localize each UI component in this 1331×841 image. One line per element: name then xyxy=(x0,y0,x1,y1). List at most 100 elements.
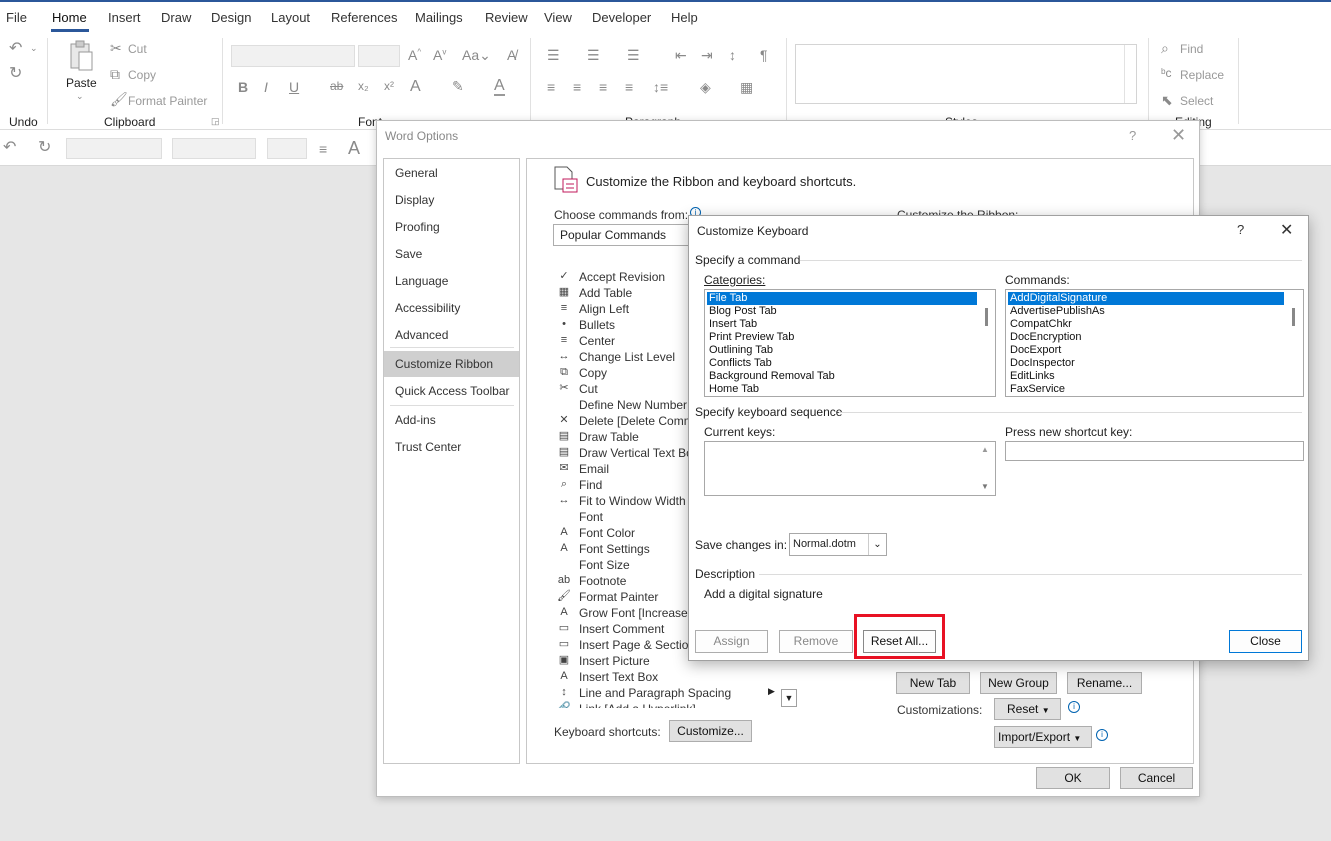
align-left-icon[interactable]: ≡ xyxy=(547,80,555,94)
tab-review[interactable]: Review xyxy=(485,10,528,25)
multilevel-list-icon[interactable]: ☰ xyxy=(627,48,640,62)
undo-icon[interactable]: ↶ xyxy=(9,41,22,57)
tab-view[interactable]: View xyxy=(544,10,572,25)
redo-icon[interactable]: ↻ xyxy=(9,66,22,82)
save-changes-dropdown[interactable]: Normal.dotm ⌄ xyxy=(789,533,887,556)
gallery-scroll[interactable] xyxy=(1124,45,1136,103)
nav-customize-ribbon[interactable]: Customize Ribbon xyxy=(384,351,519,377)
styles-gallery[interactable] xyxy=(795,44,1137,104)
grow-font-icon[interactable]: A^ xyxy=(408,48,421,62)
cut-button[interactable]: Cut xyxy=(128,42,147,56)
font-size-dropdown[interactable] xyxy=(358,45,400,67)
command-item[interactable]: Insert Picture xyxy=(579,653,650,669)
cut-icon[interactable]: ✂ xyxy=(110,41,122,55)
nav-proofing[interactable]: Proofing xyxy=(384,214,519,240)
nav-language[interactable]: Language xyxy=(384,268,519,294)
keyboard-command-item[interactable]: AdvertisePublishAs xyxy=(1008,305,1284,318)
choose-commands-dropdown[interactable]: Popular Commands xyxy=(553,224,693,246)
rename-button[interactable]: Rename... xyxy=(1067,672,1142,694)
current-keys-listbox[interactable]: ▲ ▼ xyxy=(704,441,996,496)
command-item[interactable]: Find xyxy=(579,477,602,493)
select-icon[interactable]: ⬉ xyxy=(1161,93,1173,107)
nav-quick-access-toolbar[interactable]: Quick Access Toolbar xyxy=(384,378,519,404)
scroll-down-icon[interactable]: ▼ xyxy=(981,482,989,491)
keyboard-command-item[interactable]: CompatChkr xyxy=(1008,318,1284,331)
clear-formatting-icon[interactable]: A̸ xyxy=(507,48,516,62)
shading-icon[interactable]: ◈ xyxy=(700,80,711,94)
command-item[interactable]: Insert Page & Section xyxy=(579,637,695,653)
category-item[interactable]: Background Removal Tab xyxy=(707,370,977,383)
superscript-icon[interactable]: x² xyxy=(384,80,394,92)
scrollbar-thumb[interactable] xyxy=(985,308,988,326)
close-button[interactable]: Close xyxy=(1229,630,1302,653)
scroll-down-button[interactable]: ▼ xyxy=(781,689,797,707)
format-painter-icon[interactable]: 🖌 xyxy=(110,92,128,106)
numbering-icon[interactable]: ☰ xyxy=(587,48,600,62)
command-item[interactable]: Insert Text Box xyxy=(579,669,658,685)
nav-general[interactable]: General xyxy=(384,160,519,186)
tab-home[interactable]: Home xyxy=(52,10,87,25)
justify-icon[interactable]: ≡ xyxy=(625,80,633,94)
dialog-launcher-icon[interactable]: ◲ xyxy=(211,117,220,126)
assign-button[interactable]: Assign xyxy=(695,630,768,653)
command-item[interactable]: Center xyxy=(579,333,615,349)
reset-dropdown-button[interactable]: Reset ▼ xyxy=(994,698,1061,720)
command-item[interactable]: Add Table xyxy=(579,285,632,301)
command-item[interactable]: Font xyxy=(579,509,603,525)
command-item[interactable]: Font Color xyxy=(579,525,635,541)
italic-icon[interactable]: I xyxy=(264,80,268,94)
increase-indent-icon[interactable]: ⇥ xyxy=(701,48,713,62)
command-item[interactable]: Cut xyxy=(579,381,598,397)
nav-add-ins[interactable]: Add-ins xyxy=(384,407,519,433)
bullets-icon[interactable]: ☰ xyxy=(547,48,560,62)
nav-trust-center[interactable]: Trust Center xyxy=(384,434,519,460)
style-dropdown[interactable] xyxy=(66,138,162,159)
keyboard-command-item[interactable]: DocInspector xyxy=(1008,357,1284,370)
commands-listbox[interactable]: AddDigitalSignature AdvertisePublishAs Com… xyxy=(1005,289,1304,397)
command-item[interactable]: Align Left xyxy=(579,301,629,317)
scroll-up-icon[interactable]: ▲ xyxy=(981,445,989,454)
command-item[interactable]: Delete [Delete Comm xyxy=(579,413,694,429)
category-item[interactable]: File Tab xyxy=(707,292,977,305)
help-icon[interactable]: ? xyxy=(1237,222,1244,237)
find-icon[interactable]: ⌕ xyxy=(1161,41,1169,55)
align-right-icon[interactable]: ≡ xyxy=(599,80,607,94)
change-case-icon[interactable]: Aa⌄ xyxy=(462,48,491,62)
underline-icon[interactable]: U xyxy=(289,80,299,94)
categories-listbox[interactable]: File Tab Blog Post Tab Insert Tab Print Pre… xyxy=(704,289,996,397)
nav-save[interactable]: Save xyxy=(384,241,519,267)
chevron-down-icon[interactable]: ⌄ xyxy=(76,92,84,101)
scrollbar-thumb[interactable] xyxy=(1292,308,1295,326)
command-item[interactable]: Fit to Window Width xyxy=(579,493,686,509)
category-item[interactable]: Conflicts Tab xyxy=(707,357,977,370)
command-item[interactable]: Change List Level xyxy=(579,349,675,365)
keyboard-command-item[interactable]: DocExport xyxy=(1008,344,1284,357)
command-item[interactable]: Draw Table xyxy=(579,429,639,445)
paragraph-format-icon[interactable]: ≡ xyxy=(319,142,327,156)
ok-button[interactable]: OK xyxy=(1036,767,1110,789)
bold-icon[interactable]: B xyxy=(238,80,248,94)
tab-draw[interactable]: Draw xyxy=(161,10,191,25)
nav-display[interactable]: Display xyxy=(384,187,519,213)
font-name-dropdown[interactable] xyxy=(231,45,355,67)
command-item[interactable]: Email xyxy=(579,461,609,477)
category-item[interactable]: Outlining Tab xyxy=(707,344,977,357)
tab-design[interactable]: Design xyxy=(211,10,251,25)
keyboard-command-item[interactable]: FaxService xyxy=(1008,383,1284,396)
import-export-button[interactable]: Import/Export ▼ xyxy=(994,726,1092,748)
command-item[interactable]: Insert Comment xyxy=(579,621,664,637)
close-icon[interactable]: ✕ xyxy=(1171,125,1186,146)
command-item[interactable]: Line and Paragraph Spacing xyxy=(579,685,731,701)
text-effects-icon[interactable]: A xyxy=(410,79,421,95)
command-item[interactable]: Grow Font [Increase F xyxy=(579,605,698,621)
nav-advanced[interactable]: Advanced xyxy=(384,322,519,348)
font-color-icon[interactable]: A xyxy=(494,78,505,96)
new-tab-button[interactable]: New Tab xyxy=(896,672,970,694)
help-icon[interactable]: ? xyxy=(1129,128,1136,143)
command-item[interactable]: Font Size xyxy=(579,557,630,573)
category-item[interactable]: Blog Post Tab xyxy=(707,305,977,318)
replace-button[interactable]: Replace xyxy=(1180,68,1224,82)
tab-insert[interactable]: Insert xyxy=(108,10,141,25)
subscript-icon[interactable]: x₂ xyxy=(358,80,369,92)
new-group-button[interactable]: New Group xyxy=(980,672,1057,694)
